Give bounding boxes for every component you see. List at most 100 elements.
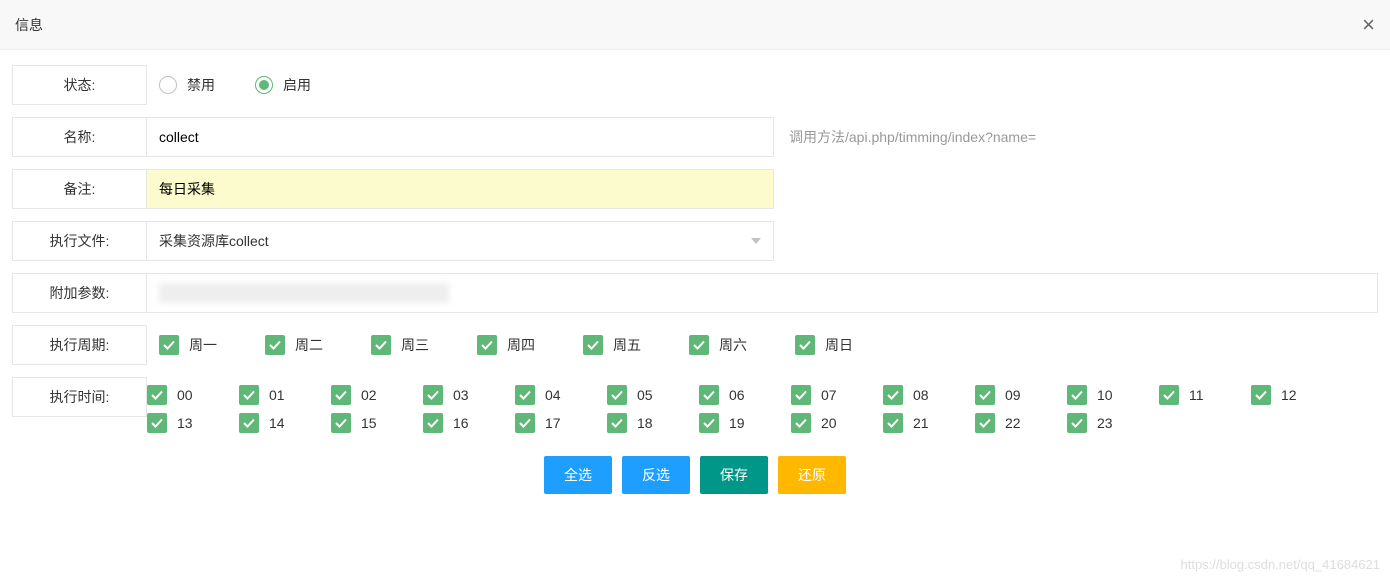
- check-icon: [699, 413, 719, 433]
- check-icon: [699, 385, 719, 405]
- check-icon: [607, 413, 627, 433]
- checkbox-label: 19: [729, 415, 745, 431]
- check-icon: [331, 413, 351, 433]
- label-hours: 执行时间:: [12, 377, 147, 417]
- close-icon[interactable]: ×: [1362, 12, 1375, 38]
- hour-checkbox-14[interactable]: 14: [239, 413, 331, 433]
- check-icon: [265, 335, 285, 355]
- name-input[interactable]: [159, 119, 761, 155]
- hour-checkbox-10[interactable]: 10: [1067, 385, 1159, 405]
- check-icon: [607, 385, 627, 405]
- radio-icon: [159, 76, 177, 94]
- week-checkbox-4[interactable]: 周五: [583, 335, 689, 355]
- checkbox-label: 17: [545, 415, 561, 431]
- hour-checkbox-02[interactable]: 02: [331, 385, 423, 405]
- week-checkbox-5[interactable]: 周六: [689, 335, 795, 355]
- checkbox-label: 03: [453, 387, 469, 403]
- checkbox-label: 周六: [719, 335, 747, 355]
- checkbox-label: 10: [1097, 387, 1113, 403]
- hour-checkbox-06[interactable]: 06: [699, 385, 791, 405]
- hour-checkbox-03[interactable]: 03: [423, 385, 515, 405]
- week-checkbox-0[interactable]: 周一: [159, 335, 265, 355]
- checkbox-label: 00: [177, 387, 193, 403]
- watermark: https://blog.csdn.net/qq_41684621: [1181, 557, 1381, 572]
- hour-checkbox-18[interactable]: 18: [607, 413, 699, 433]
- week-checkbox-2[interactable]: 周三: [371, 335, 477, 355]
- extraparam-input[interactable]: [159, 283, 449, 303]
- check-icon: [975, 385, 995, 405]
- checkbox-label: 04: [545, 387, 561, 403]
- radio-label: 启用: [283, 75, 311, 95]
- checkbox-label: 周二: [295, 335, 323, 355]
- check-icon: [331, 385, 351, 405]
- checkbox-label: 周五: [613, 335, 641, 355]
- hour-checkbox-19[interactable]: 19: [699, 413, 791, 433]
- hour-checkbox-07[interactable]: 07: [791, 385, 883, 405]
- check-icon: [515, 385, 535, 405]
- checkbox-label: 周一: [189, 335, 217, 355]
- hour-checkbox-23[interactable]: 23: [1067, 413, 1159, 433]
- checkbox-label: 22: [1005, 415, 1021, 431]
- check-icon: [791, 385, 811, 405]
- remark-input[interactable]: [159, 171, 761, 207]
- hour-checkbox-17[interactable]: 17: [515, 413, 607, 433]
- hour-checkbox-12[interactable]: 12: [1251, 385, 1343, 405]
- select-all-button[interactable]: 全选: [544, 456, 612, 494]
- hour-checkbox-20[interactable]: 20: [791, 413, 883, 433]
- hour-checkbox-16[interactable]: 16: [423, 413, 515, 433]
- hour-checkbox-11[interactable]: 11: [1159, 385, 1251, 405]
- label-remark: 备注:: [12, 169, 147, 209]
- hour-checkbox-01[interactable]: 01: [239, 385, 331, 405]
- check-icon: [147, 413, 167, 433]
- hour-checkbox-21[interactable]: 21: [883, 413, 975, 433]
- checkbox-label: 16: [453, 415, 469, 431]
- radio-label: 禁用: [187, 75, 215, 95]
- checkbox-label: 02: [361, 387, 377, 403]
- hour-checkbox-05[interactable]: 05: [607, 385, 699, 405]
- checkbox-label: 06: [729, 387, 745, 403]
- hour-checkbox-09[interactable]: 09: [975, 385, 1067, 405]
- week-checkbox-3[interactable]: 周四: [477, 335, 583, 355]
- reset-button[interactable]: 还原: [778, 456, 846, 494]
- radio-icon: [255, 76, 273, 94]
- save-button[interactable]: 保存: [700, 456, 768, 494]
- check-icon: [1067, 413, 1087, 433]
- week-checkbox-1[interactable]: 周二: [265, 335, 371, 355]
- checkbox-label: 14: [269, 415, 285, 431]
- checkbox-label: 09: [1005, 387, 1021, 403]
- hour-checkbox-08[interactable]: 08: [883, 385, 975, 405]
- checkbox-label: 周三: [401, 335, 429, 355]
- checkbox-label: 20: [821, 415, 837, 431]
- check-icon: [883, 385, 903, 405]
- check-icon: [147, 385, 167, 405]
- check-icon: [371, 335, 391, 355]
- check-icon: [1251, 385, 1271, 405]
- hour-checkbox-13[interactable]: 13: [147, 413, 239, 433]
- hour-checkbox-15[interactable]: 15: [331, 413, 423, 433]
- label-status: 状态:: [12, 65, 147, 105]
- execfile-select[interactable]: 采集资源库collect: [159, 223, 761, 259]
- check-icon: [1067, 385, 1087, 405]
- checkbox-label: 23: [1097, 415, 1113, 431]
- radio-disable[interactable]: 禁用: [159, 75, 215, 95]
- select-value: 采集资源库collect: [159, 231, 269, 251]
- check-icon: [791, 413, 811, 433]
- modal-title: 信息: [15, 15, 43, 35]
- check-icon: [883, 413, 903, 433]
- checkbox-label: 13: [177, 415, 193, 431]
- check-icon: [159, 335, 179, 355]
- check-icon: [795, 335, 815, 355]
- week-checkbox-6[interactable]: 周日: [795, 335, 901, 355]
- hour-checkbox-04[interactable]: 04: [515, 385, 607, 405]
- checkbox-label: 周日: [825, 335, 853, 355]
- check-icon: [583, 335, 603, 355]
- invert-button[interactable]: 反选: [622, 456, 690, 494]
- modal-header: 信息 ×: [0, 0, 1390, 50]
- checkbox-label: 15: [361, 415, 377, 431]
- hour-checkbox-22[interactable]: 22: [975, 413, 1067, 433]
- radio-enable[interactable]: 启用: [255, 75, 311, 95]
- checkbox-label: 21: [913, 415, 929, 431]
- hour-checkbox-00[interactable]: 00: [147, 385, 239, 405]
- checkbox-label: 18: [637, 415, 653, 431]
- check-icon: [239, 413, 259, 433]
